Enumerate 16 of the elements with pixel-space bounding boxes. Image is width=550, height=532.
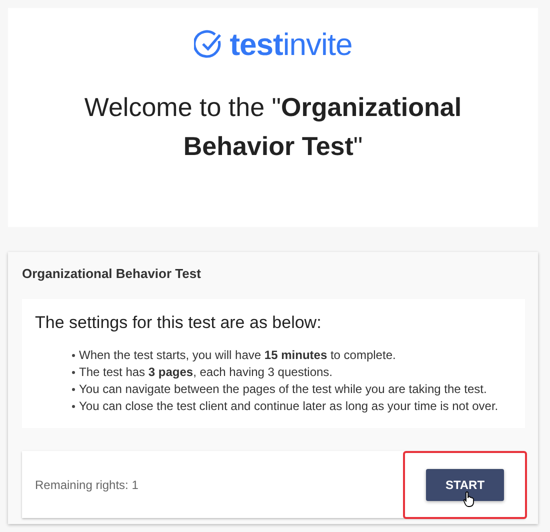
setting-text: You can navigate between the pages of the test while you are taking the test.	[79, 381, 487, 397]
setting-text: You can close the test client and continue later as long as your time is not over.	[79, 398, 498, 414]
welcome-heading: Welcome to the "Organizational Behavior Test"	[83, 91, 463, 163]
bullet-icon	[72, 405, 75, 408]
bullet-icon	[72, 371, 75, 374]
setting-text: The test has 3 pages, each having 3 questions.	[79, 364, 333, 380]
test-title: Organizational Behavior Test	[22, 266, 202, 281]
check-circle-icon	[194, 30, 224, 60]
start-button[interactable]: START	[426, 468, 504, 500]
logo-text: testinvite	[230, 28, 352, 62]
bullet-icon	[72, 354, 75, 357]
settings-heading: The settings for this test are as below:	[35, 313, 322, 333]
hand-cursor-icon	[463, 490, 475, 506]
setting-text: When the test starts, you will have 15 minutes to complete.	[79, 347, 396, 363]
bullet-icon	[72, 388, 75, 391]
remaining-rights: Remaining rights: 1	[35, 478, 138, 492]
